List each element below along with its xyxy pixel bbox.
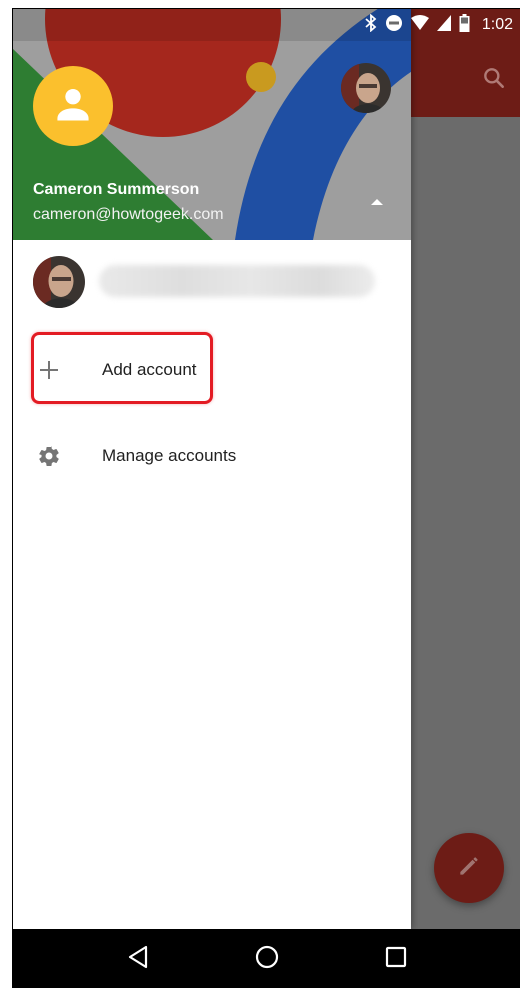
recents-icon <box>385 946 407 973</box>
compose-button[interactable] <box>434 833 504 903</box>
do-not-disturb-icon <box>385 14 403 37</box>
plus-icon <box>37 358 61 382</box>
status-time: 1:02 <box>481 16 513 33</box>
avatar[interactable] <box>33 66 113 146</box>
pencil-icon <box>456 853 482 884</box>
account-email: cameron@howtogeek.com <box>33 206 224 223</box>
wifi-icon <box>410 14 429 36</box>
battery-icon <box>459 13 470 37</box>
back-button[interactable] <box>118 939 158 979</box>
search-icon[interactable] <box>481 65 507 91</box>
blurred-account-email <box>99 265 375 297</box>
navigation-drawer: Cameron Summerson cameron@howtogeek.com <box>13 9 411 929</box>
navigation-bar <box>13 929 520 988</box>
add-account-label: Add account <box>102 360 197 379</box>
add-account-item[interactable]: Add account <box>13 342 411 398</box>
signal-icon <box>436 14 451 36</box>
manage-accounts-item[interactable]: Manage accounts <box>13 428 411 484</box>
manage-accounts-label: Manage accounts <box>102 446 237 465</box>
screen: Cameron Summerson cameron@howtogeek.com <box>12 8 520 988</box>
account-name: Cameron Summerson <box>33 181 200 198</box>
status-bar: 1:02 <box>13 9 520 41</box>
triangle-up-icon <box>367 196 387 213</box>
gear-icon <box>37 444 61 468</box>
account-list-item[interactable] <box>13 249 411 315</box>
bluetooth-icon <box>365 13 377 37</box>
home-icon <box>254 944 280 975</box>
back-icon <box>126 944 150 975</box>
home-button[interactable] <box>247 939 287 979</box>
person-icon <box>51 82 95 131</box>
account-avatar <box>33 256 85 308</box>
account-dropdown-toggle[interactable] <box>367 195 387 209</box>
secondary-account-avatar[interactable] <box>341 63 391 113</box>
drawer-header: Cameron Summerson cameron@howtogeek.com <box>13 9 411 240</box>
recents-button[interactable] <box>376 939 416 979</box>
